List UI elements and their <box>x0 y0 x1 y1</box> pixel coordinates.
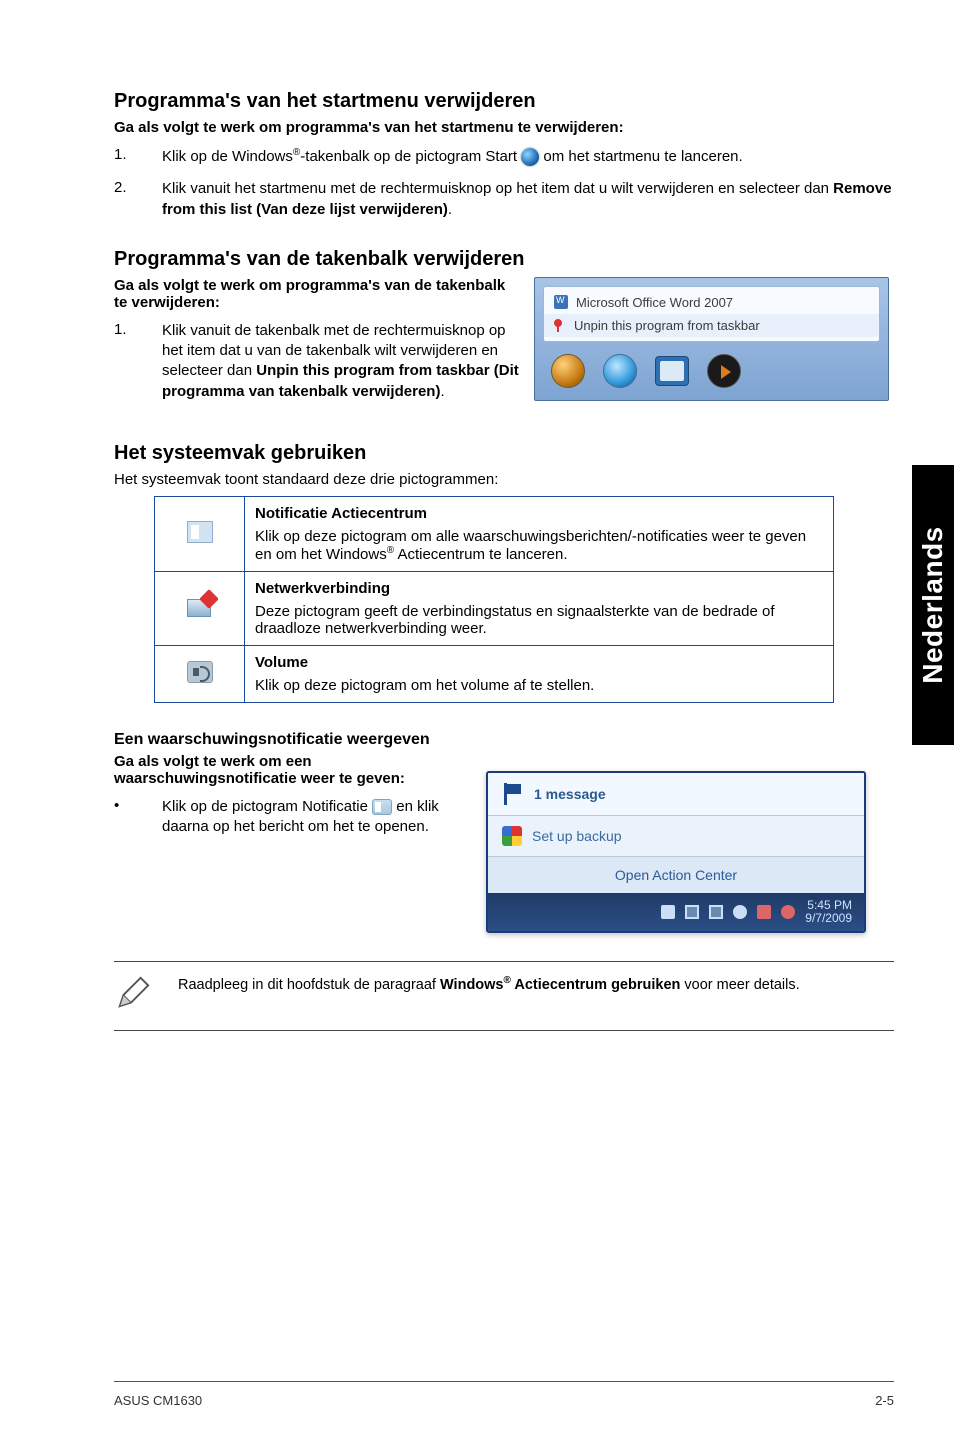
intro-startmenu: Ga als volgt te werk om programma's van … <box>114 119 894 136</box>
popup-tray: 5:45 PM 9/7/2009 <box>488 893 864 931</box>
step-1: 1. Klik op de Windows®-takenbalk op de p… <box>114 146 894 167</box>
unpin-icon <box>554 319 566 331</box>
word-icon <box>554 295 568 309</box>
ie-icon <box>603 354 637 388</box>
intro-taskbar: Ga als volgt te werk om programma's van … <box>114 277 522 311</box>
tray-flag-icon <box>757 905 771 919</box>
tray-network-icon <box>685 905 699 919</box>
jumplist-screenshot: Microsoft Office Word 2007 Unpin this pr… <box>534 277 889 401</box>
popup-backup-row: Set up backup <box>488 816 864 857</box>
intro-warning: Ga als volgt te werk om een waarschuwing… <box>114 753 474 787</box>
tray-network2-icon <box>709 905 723 919</box>
start-orb-icon <box>521 148 539 166</box>
side-language-tab: Nederlands <box>912 465 954 745</box>
step-2: 2. Klik vanuit het startmenu met de rech… <box>114 179 894 220</box>
heading-startmenu: Programma's van het startmenu verwijdere… <box>114 90 894 113</box>
action-center-popup: 1 message Set up backup Open Action Cent… <box>486 771 866 933</box>
popup-open-link: Open Action Center <box>488 857 864 893</box>
volume-icon <box>187 661 213 683</box>
jumplist-item-unpin: Unpin this program from taskbar <box>544 314 879 337</box>
shield-icon <box>502 826 522 846</box>
section-remove-taskbar: Programma's van de takenbalk verwijderen… <box>114 248 894 414</box>
heading-systray: Het systeemvak gebruiken <box>114 442 894 465</box>
footer-left: ASUS CM1630 <box>114 1393 202 1408</box>
popup-message-row: 1 message <box>488 773 864 816</box>
tray-dot-icon <box>781 905 795 919</box>
jumplist-item-word: Microsoft Office Word 2007 <box>544 291 879 314</box>
footer-divider <box>114 1381 894 1382</box>
pencil-icon <box>114 974 154 1016</box>
systray-table: Notificatie Actiecentrum Klik op deze pi… <box>154 496 834 703</box>
section-systray: Het systeemvak gebruiken Het systeemvak … <box>114 442 894 703</box>
warning-bullet: • Klik op de pictogram Notificatie en kl… <box>114 797 474 838</box>
action-center-icon <box>187 521 213 543</box>
section-remove-startmenu: Programma's van het startmenu verwijdere… <box>114 90 894 220</box>
explorer-icon <box>655 356 689 386</box>
heading-warning: Een waarschuwingsnotificatie weergeven <box>114 731 894 749</box>
table-row: Volume Klik op deze pictogram om het vol… <box>155 645 834 702</box>
page-footer: ASUS CM1630 2-5 <box>114 1393 894 1408</box>
flag-icon <box>502 783 524 805</box>
taskbar-step-1: 1. Klik vanuit de takenbalk met de recht… <box>114 321 522 402</box>
section-warning-notif: Een waarschuwingsnotificatie weergeven G… <box>114 731 894 933</box>
footer-right: 2-5 <box>875 1393 894 1408</box>
network-icon <box>187 595 213 617</box>
tray-arrow-icon <box>661 905 675 919</box>
notification-flag-icon <box>372 799 392 815</box>
start-button-icon <box>551 354 585 388</box>
table-row: Netwerkverbinding Deze pictogram geeft d… <box>155 571 834 645</box>
taskbar-icons <box>543 350 880 392</box>
intro-systray: Het systeemvak toont standaard deze drie… <box>114 471 894 488</box>
heading-taskbar: Programma's van de takenbalk verwijderen <box>114 248 894 271</box>
media-player-icon <box>707 354 741 388</box>
tray-volume-icon <box>733 905 747 919</box>
note-box: Raadpleeg in dit hoofdstuk de paragraaf … <box>114 961 894 1031</box>
table-row: Notificatie Actiecentrum Klik op deze pi… <box>155 496 834 571</box>
